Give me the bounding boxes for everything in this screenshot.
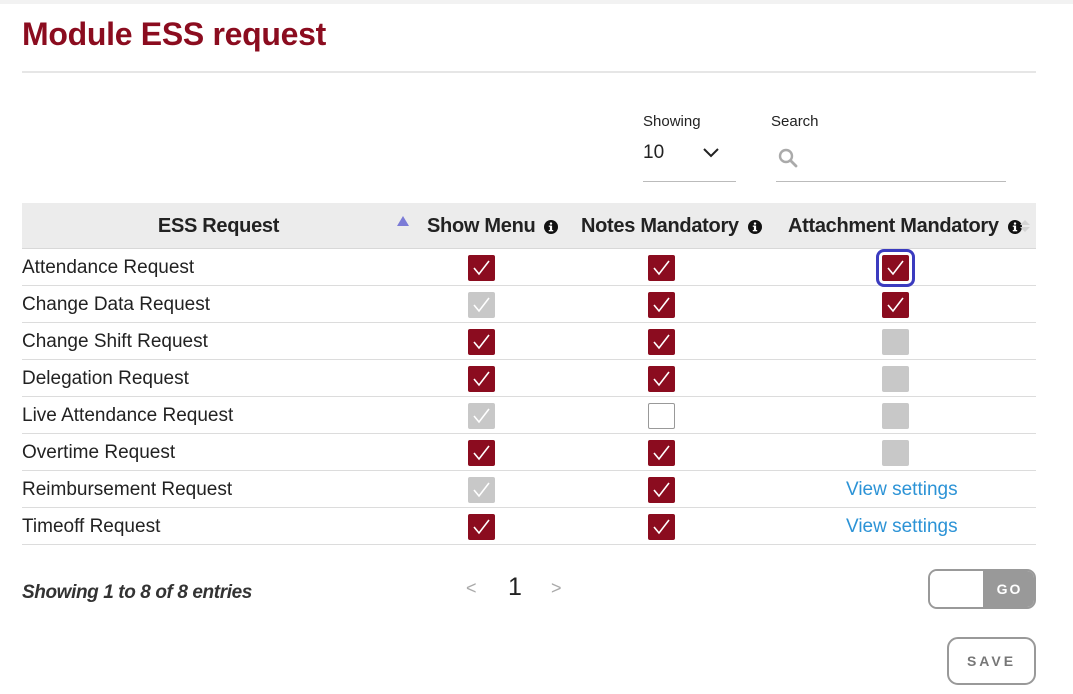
check-icon	[653, 260, 670, 276]
sort-asc-icon[interactable]	[397, 216, 409, 226]
page-title: Module ESS request	[22, 16, 326, 52]
ess-request-name: Reimbursement Request	[22, 479, 233, 500]
check-icon	[653, 482, 670, 498]
attachment-mandatory-checkbox[interactable]	[882, 292, 909, 318]
ess-request-name: Overtime Request	[22, 442, 176, 463]
show-menu-checkbox[interactable]	[468, 366, 495, 392]
info-icon[interactable]	[544, 220, 559, 234]
table-row: Timeoff Request View settings	[22, 508, 1036, 545]
show-menu-checkbox[interactable]	[468, 440, 495, 466]
table-row: Change Data Request	[22, 286, 1036, 323]
attachment-mandatory-checkbox[interactable]	[876, 249, 915, 287]
save-button[interactable]: SAVE	[947, 637, 1036, 685]
check-icon	[473, 260, 490, 276]
table-row: Delegation Request	[22, 360, 1036, 397]
header-show-menu-label: Show Menu	[427, 214, 536, 237]
check-icon	[653, 445, 670, 461]
search-icon	[778, 148, 798, 168]
go-to-page-input[interactable]	[930, 571, 983, 607]
table-header: ESS Request Show Menu Notes Mandatory At…	[22, 203, 1036, 249]
ess-request-name: Timeoff Request	[22, 516, 161, 537]
show-menu-checkbox	[468, 292, 495, 318]
check-icon	[653, 519, 670, 535]
ess-request-name: Attendance Request	[22, 257, 195, 278]
table-row: Overtime Request	[22, 434, 1036, 471]
ess-request-name: Delegation Request	[22, 368, 189, 389]
check-icon	[473, 408, 490, 424]
search-field	[776, 138, 1006, 182]
title-divider	[22, 71, 1036, 73]
check-icon	[653, 371, 670, 387]
check-icon	[887, 260, 904, 276]
check-icon	[653, 334, 670, 350]
check-icon	[473, 482, 490, 498]
page-size-value: 10	[643, 142, 665, 163]
page-size-select[interactable]: 10	[643, 138, 736, 182]
show-menu-checkbox[interactable]	[468, 329, 495, 355]
show-menu-checkbox[interactable]	[468, 514, 495, 540]
chevron-down-icon	[703, 148, 719, 158]
table-row: Attendance Request	[22, 249, 1036, 287]
show-menu-checkbox[interactable]	[468, 255, 495, 281]
search-input[interactable]	[806, 144, 1001, 174]
view-settings-link[interactable]: View settings	[846, 471, 958, 509]
attachment-mandatory-checkbox	[882, 366, 909, 392]
go-button[interactable]: GO	[983, 571, 1034, 607]
pagination-prev[interactable]: <	[466, 578, 477, 599]
pagination-page-1[interactable]: 1	[508, 573, 522, 602]
attachment-mandatory-checkbox	[882, 403, 909, 429]
notes-mandatory-checkbox[interactable]	[648, 292, 675, 318]
header-attachment-mandatory[interactable]: Attachment Mandatory	[788, 203, 1022, 249]
table-row: Change Shift Request	[22, 323, 1036, 360]
ess-request-name: Change Shift Request	[22, 331, 208, 352]
ess-request-table: ESS Request Show Menu Notes Mandatory At…	[22, 203, 1036, 545]
notes-mandatory-checkbox[interactable]	[648, 403, 675, 429]
table-row: Reimbursement Request View settings	[22, 471, 1036, 508]
check-icon	[473, 371, 490, 387]
check-icon	[887, 297, 904, 313]
notes-mandatory-checkbox[interactable]	[648, 255, 675, 281]
notes-mandatory-checkbox[interactable]	[648, 477, 675, 503]
showing-label: Showing	[643, 113, 701, 130]
ess-request-name: Change Data Request	[22, 294, 211, 315]
entries-info: Showing 1 to 8 of 8 entries	[22, 582, 252, 603]
header-show-menu[interactable]: Show Menu	[427, 203, 559, 249]
sort-icon[interactable]	[1020, 220, 1030, 232]
notes-mandatory-checkbox[interactable]	[648, 514, 675, 540]
attachment-mandatory-checkbox	[882, 440, 909, 466]
check-icon	[473, 297, 490, 313]
header-attachment-mandatory-label: Attachment Mandatory	[788, 214, 999, 237]
header-notes-mandatory-label: Notes Mandatory	[581, 214, 739, 237]
check-icon	[653, 297, 670, 313]
notes-mandatory-checkbox[interactable]	[648, 329, 675, 355]
attachment-mandatory-checkbox	[882, 329, 909, 355]
table-body: Attendance Request Change Data Request Cha…	[22, 249, 1036, 545]
header-notes-mandatory[interactable]: Notes Mandatory	[581, 203, 762, 249]
header-ess-request[interactable]: ESS Request	[22, 203, 415, 249]
notes-mandatory-checkbox[interactable]	[648, 440, 675, 466]
show-menu-checkbox	[468, 403, 495, 429]
go-to-page: GO	[928, 569, 1036, 609]
pagination-next[interactable]: >	[551, 578, 562, 599]
view-settings-link[interactable]: View settings	[846, 508, 958, 546]
check-icon	[473, 334, 490, 350]
ess-request-name: Live Attendance Request	[22, 405, 234, 426]
show-menu-checkbox	[468, 477, 495, 503]
check-icon	[473, 445, 490, 461]
header-ess-request-label: ESS Request	[157, 214, 280, 237]
table-row: Live Attendance Request	[22, 397, 1036, 434]
search-label: Search	[771, 113, 819, 130]
notes-mandatory-checkbox[interactable]	[648, 366, 675, 392]
info-icon[interactable]	[747, 220, 762, 234]
top-border	[0, 0, 1073, 4]
check-icon	[473, 519, 490, 535]
